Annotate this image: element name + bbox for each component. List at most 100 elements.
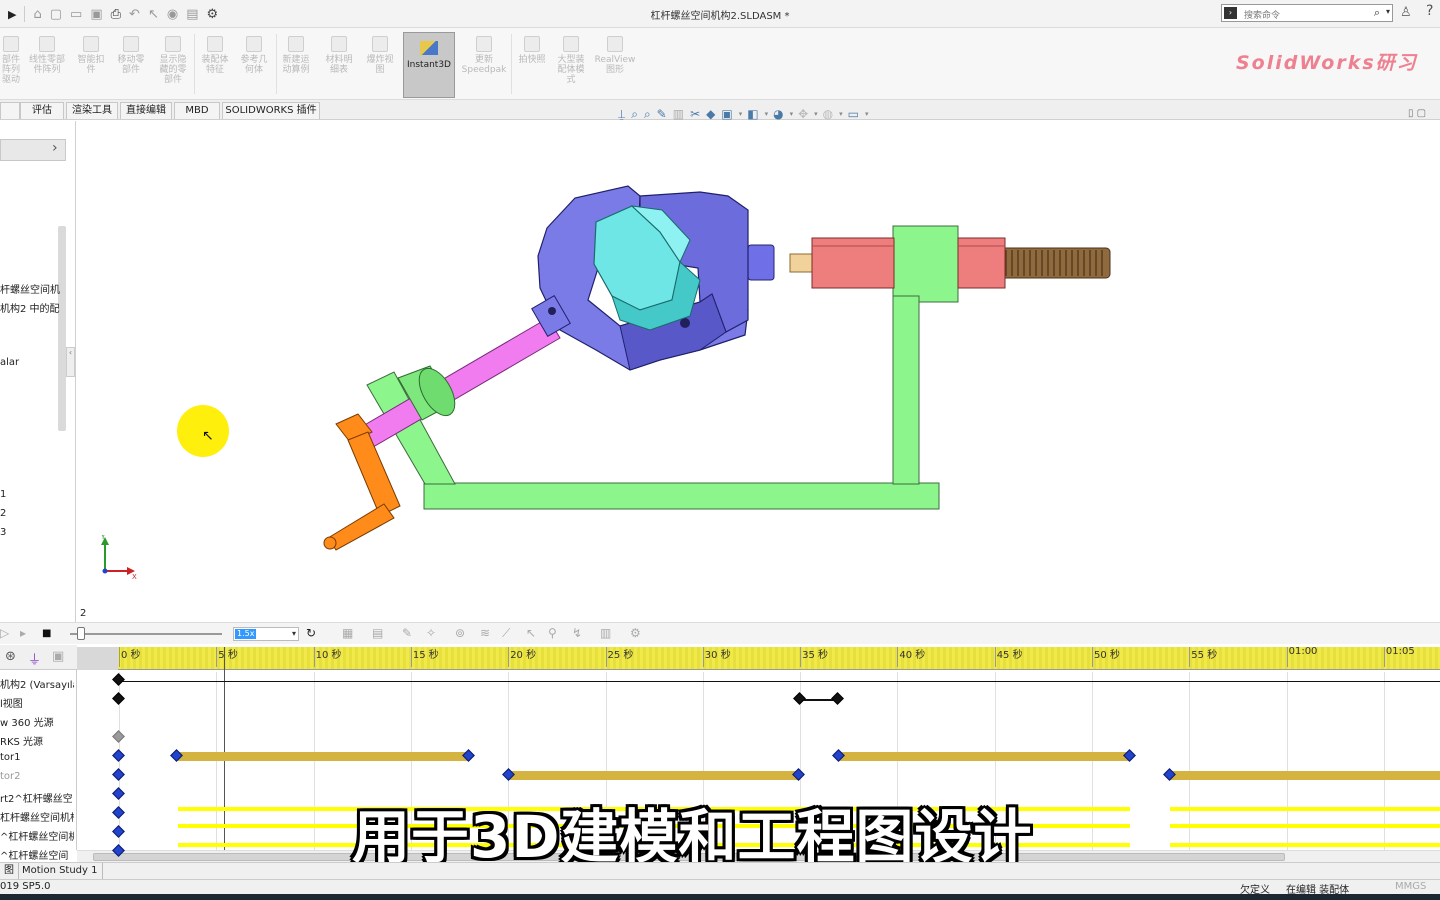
ribbon-button-linear-pattern[interactable]: 线性零部 件阵列 xyxy=(26,36,68,75)
filter-animation-icon[interactable]: ⊛ xyxy=(5,649,16,664)
component-change-bar[interactable] xyxy=(1170,824,1440,828)
feature-tree-scrollbar[interactable] xyxy=(58,226,66,431)
ribbon-button-show-hidden[interactable]: 显示隐 藏的零 部件 xyxy=(155,36,191,85)
graphics-area[interactable] xyxy=(77,122,1440,622)
view-cube-icon[interactable]: ◆ xyxy=(706,107,715,121)
contact-icon[interactable]: ⚲ xyxy=(548,626,557,640)
motion-tree-item[interactable]: tor1 xyxy=(0,752,74,763)
user-icon[interactable]: ♙ xyxy=(1400,5,1412,20)
gravity-icon[interactable]: ↯ xyxy=(572,626,582,640)
tree-item[interactable]: 杆螺丝空间机 xyxy=(0,281,60,296)
play-end-icon[interactable]: ▸ xyxy=(20,626,26,640)
instant3d-button[interactable]: Instant3D xyxy=(403,32,455,98)
motor-icon[interactable]: ⊚ xyxy=(455,626,465,640)
force-icon[interactable]: ↖ xyxy=(526,626,536,640)
play-icon[interactable]: ▷ xyxy=(0,626,9,640)
motion-tree-item[interactable]: ^杠杆螺丝空间 xyxy=(0,847,74,862)
timeline-keypoint[interactable] xyxy=(112,787,125,800)
filter-icon[interactable]: ⏚ xyxy=(28,649,41,668)
hide-show-items-icon[interactable]: ◧ xyxy=(747,107,758,121)
loop-mode-icon[interactable]: ↻ xyxy=(306,626,316,640)
motion-tree-item[interactable]: l视图 xyxy=(0,695,74,710)
ribbon-button-move-component[interactable]: 移动零 部件 xyxy=(114,36,148,75)
units-status[interactable]: MMGS xyxy=(1395,881,1426,892)
dynamic-annotation-icon[interactable]: ✂ xyxy=(690,107,700,121)
motor2-bar[interactable] xyxy=(508,771,800,780)
ribbon-button-bill-of-materials[interactable]: 材料明 细表 xyxy=(320,36,358,75)
study-properties-gear-icon[interactable]: ⚙ xyxy=(630,626,641,640)
chevron-down-icon[interactable]: ▾ xyxy=(1386,7,1390,16)
motion-tree-item[interactable]: ^杠杆螺丝空间机 xyxy=(0,828,74,843)
ribbon-button-smart-fasteners[interactable]: 智能扣 件 xyxy=(74,36,108,75)
calculate-icon[interactable]: ▦ xyxy=(342,626,353,640)
motor1-bar[interactable] xyxy=(838,752,1130,761)
playback-slider-thumb[interactable] xyxy=(77,627,85,640)
search-commands-input[interactable]: › 搜索命令 ⌕ ▾ xyxy=(1221,4,1393,22)
ribbon-button-pattern-driven[interactable]: 部件 阵列 驱动 xyxy=(0,36,22,85)
tab-render-tools[interactable]: 渲染工具 xyxy=(66,102,118,119)
timeline-keypoint[interactable] xyxy=(112,806,125,819)
section-view-icon[interactable]: ▥ xyxy=(673,107,684,121)
ribbon-button-new-motion-study[interactable]: 新建运 动算例 xyxy=(279,36,313,75)
spatial-lever-screw-assembly[interactable] xyxy=(77,122,1440,622)
timeline-keypoint[interactable] xyxy=(793,692,806,705)
timeline-keypoint[interactable] xyxy=(112,825,125,838)
ribbon-button-assembly-features[interactable]: 装配体 特征 xyxy=(198,36,232,75)
timeline-keypoint[interactable] xyxy=(112,768,125,781)
apply-scene-icon[interactable]: ✥ xyxy=(798,107,808,121)
tab-model[interactable]: 图 xyxy=(0,863,19,879)
display-style-icon[interactable]: ▣ xyxy=(721,107,732,121)
tab-direct-editing[interactable]: 直接编辑 xyxy=(120,102,172,119)
timeline-keypoint[interactable] xyxy=(112,692,125,705)
yoke-shaft-stub[interactable] xyxy=(747,244,775,281)
motion-tree-item[interactable]: RKS 光源 xyxy=(0,733,74,748)
tree-item[interactable]: 机构2 中的配 xyxy=(0,300,60,315)
panel-splitter-handle[interactable]: ‹ xyxy=(66,347,75,377)
damper-icon[interactable]: ⟋ xyxy=(502,626,510,641)
ribbon-button-reference-geometry[interactable]: 参考几 何体 xyxy=(237,36,271,75)
timeline-keypoint[interactable] xyxy=(112,673,125,686)
timeline-keypoint[interactable] xyxy=(831,692,844,705)
tab-mbd[interactable]: MBD xyxy=(174,102,220,119)
help-icon[interactable]: ? xyxy=(1426,3,1433,19)
ribbon-button-realview[interactable]: RealView 图形 xyxy=(593,36,637,75)
zoom-to-fit-icon[interactable]: ⌕ xyxy=(631,107,638,122)
previous-view-icon[interactable]: ✎ xyxy=(657,107,667,121)
spring-icon[interactable]: ≋ xyxy=(480,626,490,640)
motor1-bar[interactable] xyxy=(178,752,468,761)
component-change-bar[interactable] xyxy=(1170,843,1440,847)
collapse-icon[interactable]: ▣ xyxy=(52,649,64,664)
ribbon-button-exploded-view[interactable]: 爆炸视 图 xyxy=(362,36,398,75)
chevron-down-icon[interactable]: ▾ xyxy=(292,629,296,638)
autokey-icon[interactable]: ✧ xyxy=(426,626,436,640)
motion-tree-item[interactable]: tor2 xyxy=(0,771,74,782)
timeline-assembly-line[interactable] xyxy=(119,681,1440,682)
animation-wizard-icon[interactable]: ✎ xyxy=(402,626,412,640)
tree-item[interactable]: 3 xyxy=(0,527,6,538)
viewport-window-buttons[interactable]: ▯ ▢ xyxy=(1408,108,1426,119)
chevron-right-icon[interactable]: › xyxy=(52,140,58,156)
view-orientation-icon[interactable]: ⍊ xyxy=(618,107,625,122)
view-settings-icon[interactable]: ◍ xyxy=(823,107,833,121)
tree-item[interactable]: 1 xyxy=(0,489,6,500)
playback-speed-select[interactable]: 1.5x ▾ xyxy=(233,627,299,641)
tree-item[interactable]: 2 xyxy=(0,508,6,519)
motor2-bar[interactable] xyxy=(1170,771,1440,780)
timeline-keypoint[interactable] xyxy=(112,730,125,743)
results-icon[interactable]: ▥ xyxy=(600,626,611,640)
ribbon-button-update-speedpak[interactable]: 更新 Speedpak xyxy=(460,36,508,75)
stop-icon[interactable]: ■ xyxy=(42,628,51,639)
motion-tree-item[interactable]: 机构2 (Varsayıla xyxy=(0,676,74,691)
ribbon-button-large-assembly-mode[interactable]: 大型装 配体模 式 xyxy=(553,36,589,85)
tab-assembly[interactable] xyxy=(0,102,20,119)
ribbon-button-take-snapshot[interactable]: 拍快照 xyxy=(515,36,549,65)
motion-tree-item[interactable]: rt2^杠杆螺丝空 xyxy=(0,790,74,805)
tree-item[interactable]: alar xyxy=(0,357,19,368)
edit-appearance-icon[interactable]: ◕ xyxy=(773,107,783,121)
playback-slider-track[interactable] xyxy=(70,633,222,635)
zoom-to-area-icon[interactable]: ⌕ xyxy=(644,107,651,122)
search-icon[interactable]: ⌕ xyxy=(1374,6,1380,20)
monitor-icon[interactable]: ▭ xyxy=(848,107,859,121)
timeline-keypoint[interactable] xyxy=(112,749,125,762)
motion-tree-item[interactable]: 杠杆螺丝空间机构 xyxy=(0,809,74,824)
